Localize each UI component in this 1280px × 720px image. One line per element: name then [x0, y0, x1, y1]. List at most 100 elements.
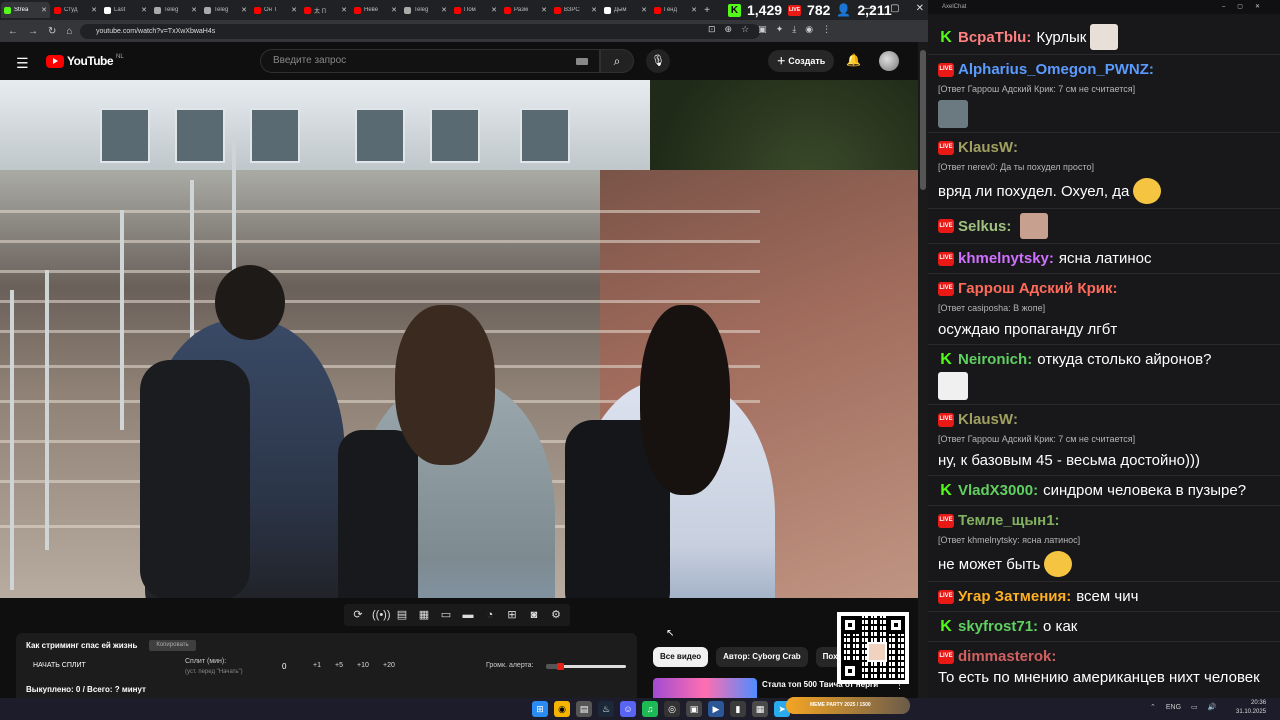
search-button[interactable]: ⌕: [600, 49, 634, 73]
add-1-button[interactable]: +1: [313, 662, 321, 669]
minimize-icon[interactable]: —: [864, 3, 874, 14]
tab-close-icon[interactable]: ✕: [641, 6, 647, 14]
download-icon[interactable]: ⤓: [792, 24, 796, 35]
chat-window-controls[interactable]: –▢✕: [1222, 0, 1272, 14]
extension-icon[interactable]: ▣: [758, 24, 767, 35]
app-icon[interactable]: ▣: [686, 701, 702, 717]
media-icon[interactable]: ▶: [708, 701, 724, 717]
tab-close-icon[interactable]: ✕: [241, 6, 247, 14]
chat-username[interactable]: Темле_щын1: [958, 510, 1055, 531]
folder-icon[interactable]: ▤: [576, 701, 592, 717]
chat-username[interactable]: Alpharius_Omegon_PWNZ: [958, 59, 1149, 80]
zoom-icon[interactable]: ⊕: [725, 24, 733, 35]
new-tab-icon[interactable]: +: [700, 5, 714, 16]
clock[interactable]: 20:36 31.10.2025: [1236, 699, 1266, 717]
browser-tab[interactable]: Last ✕: [101, 2, 150, 18]
browser-tab[interactable]: Дым ✕: [601, 2, 650, 18]
url-field[interactable]: youtube.com/watch?v=TxXwXbwaH4s: [80, 24, 760, 39]
meme-party-widget[interactable]: MEME PARTY 2025 / 1500: [786, 697, 910, 714]
tray-chevron-icon[interactable]: ⌃: [1150, 703, 1156, 711]
close-icon[interactable]: ✕: [916, 3, 924, 14]
back-icon[interactable]: ←: [8, 26, 18, 37]
youtube-logo[interactable]: YouTube NL: [46, 54, 124, 68]
puzzle-icon[interactable]: ✦: [776, 24, 784, 35]
voice-search-button[interactable]: 🎙: [646, 49, 670, 73]
add-20-button[interactable]: +20: [383, 662, 395, 669]
recommended-video-title[interactable]: Стала топ 500 Твича от нерги: [762, 680, 878, 689]
browser-tab[interactable]: Teleg ✕: [151, 2, 200, 18]
create-button[interactable]: ＋ Создать: [768, 50, 834, 72]
network-icon[interactable]: ▭: [1191, 703, 1198, 711]
volume-icon[interactable]: 🔊: [1208, 703, 1217, 711]
forward-icon[interactable]: →: [28, 26, 38, 37]
steam-icon[interactable]: ♨: [598, 701, 614, 717]
browser-tab[interactable]: Он Т ✕: [251, 2, 300, 18]
alert-volume-handle[interactable]: [557, 663, 565, 670]
chat-username[interactable]: Neironich: [958, 349, 1027, 370]
add-5-button[interactable]: +5: [335, 662, 343, 669]
obs-icon[interactable]: ◎: [664, 701, 680, 717]
loop-icon[interactable]: ⟳: [350, 608, 366, 622]
chat-username[interactable]: Selkus: [958, 216, 1006, 237]
browser-tab[interactable]: ВЗРС ✕: [551, 2, 600, 18]
browser-tab[interactable]: Strea ✕: [1, 2, 50, 18]
profile-icon[interactable]: ◉: [805, 24, 813, 35]
tab-close-icon[interactable]: ✕: [41, 6, 47, 14]
copy-button[interactable]: Копировать: [149, 640, 196, 651]
video-player[interactable]: [0, 80, 918, 598]
recommended-video-thumbnail[interactable]: [653, 678, 757, 698]
spotify-icon[interactable]: ♫: [642, 701, 658, 717]
gear-icon[interactable]: ⚙: [548, 608, 564, 622]
tab-close-icon[interactable]: ✕: [591, 6, 597, 14]
menu-dots-icon[interactable]: ⋮: [822, 24, 831, 35]
chat-username[interactable]: Гаррош Адский Крик: [958, 278, 1112, 299]
clapper-icon[interactable]: ▦: [416, 608, 432, 622]
chat-username[interactable]: ВсраТblu: [958, 27, 1026, 48]
reload-icon[interactable]: ↻: [48, 26, 56, 37]
browser-tab[interactable]: Студ ✕: [51, 2, 100, 18]
window-icon[interactable]: ▦: [752, 701, 768, 717]
chat-username[interactable]: Угар Затмения: [958, 586, 1066, 607]
search-input[interactable]: Введите запрос: [260, 49, 600, 73]
browser-tab[interactable]: Пом ✕: [451, 2, 500, 18]
browser-tab[interactable]: Неве ✕: [351, 2, 400, 18]
add-icon[interactable]: ⊞: [504, 608, 520, 622]
notifications-bell-icon[interactable]: 🔔: [846, 53, 861, 67]
more-options-icon[interactable]: ⋮: [895, 680, 904, 691]
tab-close-icon[interactable]: ✕: [541, 6, 547, 14]
chip-all-videos[interactable]: Все видео: [653, 647, 709, 667]
terminal-icon[interactable]: ▮: [730, 701, 746, 717]
chat-username[interactable]: VladX3000: [958, 480, 1033, 501]
chat-username[interactable]: khmelnytsky: [958, 248, 1049, 269]
broadcast-icon[interactable]: ((•)): [372, 608, 391, 622]
chip-author[interactable]: Автор: Cyborg Crab: [716, 647, 808, 667]
start-icon[interactable]: ⊞: [532, 701, 548, 717]
browser-tab[interactable]: Разм ✕: [501, 2, 550, 18]
tab-close-icon[interactable]: ✕: [491, 6, 497, 14]
bookmark-star-icon[interactable]: ☆: [741, 24, 749, 35]
video-settings-icon[interactable]: ▤: [394, 608, 410, 622]
tab-close-icon[interactable]: ✕: [691, 6, 697, 14]
keyboard-icon[interactable]: [576, 58, 588, 65]
start-split-button[interactable]: НАЧАТЬ СПЛИТ: [33, 662, 86, 669]
chat-username[interactable]: KlausW: [958, 409, 1013, 430]
chrome-icon[interactable]: ◉: [554, 701, 570, 717]
install-icon[interactable]: ⊡: [708, 24, 716, 35]
language-indicator[interactable]: ENG: [1166, 704, 1181, 711]
browser-tab[interactable]: 太 П ✕: [301, 2, 350, 18]
tab-close-icon[interactable]: ✕: [291, 6, 297, 14]
home-icon[interactable]: ⌂: [66, 26, 72, 37]
scrollbar-thumb[interactable]: [920, 50, 926, 190]
screenshot-icon[interactable]: ◙: [526, 608, 542, 622]
chat-username[interactable]: dimmasterok: [958, 646, 1051, 667]
tab-close-icon[interactable]: ✕: [141, 6, 147, 14]
hamburger-menu-icon[interactable]: ☰: [16, 55, 29, 72]
speed-icon[interactable]: ◔: [482, 608, 498, 622]
discord-icon[interactable]: ☺: [620, 701, 636, 717]
chat-username[interactable]: KlausW: [958, 137, 1013, 158]
avatar[interactable]: [879, 51, 899, 71]
tab-close-icon[interactable]: ✕: [341, 6, 347, 14]
chat-username[interactable]: skyfrost71: [958, 616, 1033, 637]
tab-close-icon[interactable]: ✕: [91, 6, 97, 14]
tab-close-icon[interactable]: ✕: [441, 6, 447, 14]
